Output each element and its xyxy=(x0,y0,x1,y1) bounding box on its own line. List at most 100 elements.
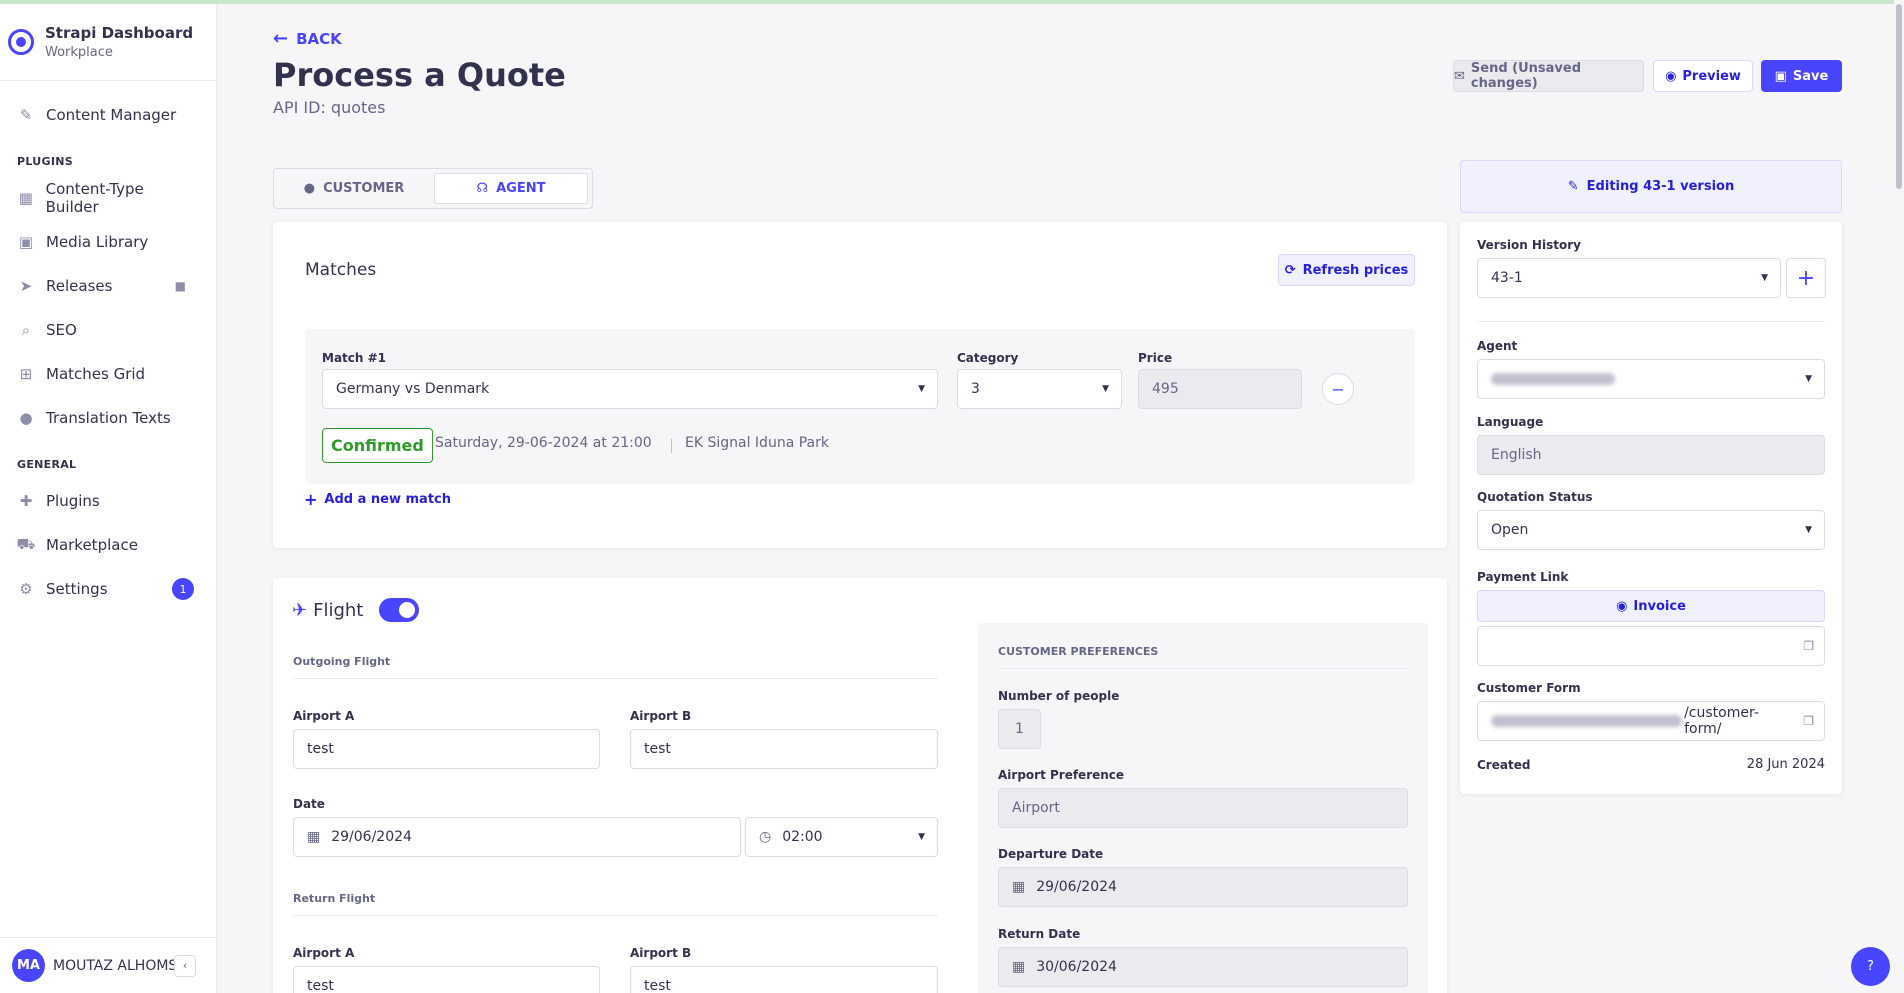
date-value: 29/06/2024 xyxy=(331,829,412,845)
feather-pen-icon: ✎ xyxy=(19,106,33,124)
copy-icon[interactable]: ❐ xyxy=(1803,639,1814,653)
calendar-icon: ▦ xyxy=(307,829,321,845)
brand[interactable]: Strapi Dashboard Workplace xyxy=(0,4,216,81)
customer-form-suffix: /customer-form/ xyxy=(1684,705,1759,737)
send-label: Send (Unsaved changes) xyxy=(1470,61,1582,91)
globe-icon: ● xyxy=(19,409,33,427)
sidebar-item-matches-grid[interactable]: ⊞ Matches Grid xyxy=(0,352,216,396)
agent-select[interactable]: ▼ xyxy=(1477,359,1825,399)
chevron-down-icon: ▼ xyxy=(1102,384,1109,394)
chevron-down-icon: ▼ xyxy=(918,384,925,394)
agent-value-redacted xyxy=(1491,373,1615,385)
preferences-heading: CUSTOMER PREFERENCES xyxy=(998,645,1159,658)
tab-label: CUSTOMER xyxy=(323,181,405,196)
floppy-icon: ▣ xyxy=(1774,68,1787,84)
api-id: API ID: quotes xyxy=(273,98,386,117)
return-airport-b-input[interactable]: test xyxy=(630,966,938,993)
match-select[interactable]: Germany vs Denmark ▼ xyxy=(322,369,938,409)
sidebar-item-releases[interactable]: ➤ Releases ■ xyxy=(0,264,216,308)
clock-icon: ◷ xyxy=(759,829,772,845)
add-match-label: Add a new match xyxy=(324,492,452,507)
customer-preferences: CUSTOMER PREFERENCES Number of people 1 … xyxy=(978,623,1428,993)
sidebar-item-plugins[interactable]: ✚ Plugins xyxy=(0,479,216,523)
return-airport-a-label: Airport A xyxy=(293,946,355,960)
match-item: Match #1 Germany vs Denmark ▼ Category 3… xyxy=(305,329,1415,484)
category-value: 3 xyxy=(971,381,980,397)
flight-card: ✈ Flight Outgoing Flight Airport A test … xyxy=(273,578,1447,993)
puzzle-icon: ✚ xyxy=(19,492,33,510)
invoice-button[interactable]: ◉ Invoice xyxy=(1477,590,1825,622)
eye-icon: ◉ xyxy=(1665,68,1677,84)
sidebar-item-label: Releases xyxy=(46,277,113,295)
brand-title: Strapi Dashboard xyxy=(45,24,194,42)
sidebar-item-label: SEO xyxy=(46,321,77,339)
back-link[interactable]: ← BACK xyxy=(273,28,342,49)
quotation-status-value: Open xyxy=(1491,522,1529,538)
refresh-prices-button[interactable]: ⟳ Refresh prices xyxy=(1278,254,1415,286)
minus-icon: − xyxy=(1331,379,1345,399)
send-button[interactable]: ✉ Send (Unsaved changes) xyxy=(1453,60,1644,92)
status-badge: Confirmed xyxy=(322,428,433,463)
sidebar-item-label: Translation Texts xyxy=(46,409,171,427)
collapse-sidebar-button[interactable]: ‹ xyxy=(174,954,196,977)
sidebar-item-marketplace[interactable]: ⛟ Marketplace xyxy=(0,523,216,567)
save-button[interactable]: ▣ Save xyxy=(1761,60,1842,92)
payment-link-input[interactable]: ❐ xyxy=(1477,626,1825,666)
lock-icon: ■ xyxy=(174,279,186,293)
plus-icon: + xyxy=(304,490,318,509)
sidebar-item-translation-texts[interactable]: ● Translation Texts xyxy=(0,396,216,440)
sidebar-item-media-library[interactable]: ▣ Media Library xyxy=(0,220,216,264)
quotation-status-label: Quotation Status xyxy=(1477,490,1593,504)
return-airport-a-input[interactable]: test xyxy=(293,966,600,993)
airport-b-input[interactable]: test xyxy=(630,729,938,769)
settings-badge: 1 xyxy=(172,578,194,600)
paper-plane-icon: ➤ xyxy=(19,277,33,295)
version-history-label: Version History xyxy=(1477,238,1581,252)
plugins-heading: PLUGINS xyxy=(17,155,73,168)
people-label: Number of people xyxy=(998,689,1120,703)
quotation-status-select[interactable]: Open ▼ xyxy=(1477,510,1825,550)
airport-pref-placeholder: Airport xyxy=(1012,800,1060,816)
customer-form-label: Customer Form xyxy=(1477,681,1581,695)
date-input[interactable]: ▦ 29/06/2024 xyxy=(293,817,741,857)
remove-match-button[interactable]: − xyxy=(1322,373,1354,405)
flight-header: ✈ Flight xyxy=(292,598,420,622)
match-value: Germany vs Denmark xyxy=(336,381,490,397)
version-select[interactable]: 43-1 ▼ xyxy=(1477,258,1781,298)
scroll-thumb[interactable] xyxy=(1896,4,1902,189)
user-profile[interactable]: MA MOUTAZ ALHOMSI ‹ xyxy=(0,937,216,993)
meta-divider xyxy=(671,439,672,453)
page-scrollbar[interactable] xyxy=(1894,0,1904,993)
category-select[interactable]: 3 ▼ xyxy=(957,369,1122,409)
chevron-left-icon: ‹ xyxy=(182,959,188,972)
copy-icon[interactable]: ❐ xyxy=(1803,714,1814,728)
envelope-icon: ✉ xyxy=(1454,68,1465,84)
return-date-value: 30/06/2024 xyxy=(1036,959,1117,975)
tab-customer[interactable]: ● CUSTOMER xyxy=(278,173,430,204)
add-version-button[interactable]: + xyxy=(1786,258,1826,298)
refresh-icon: ⟳ xyxy=(1284,262,1296,278)
sidebar-item-content-manager[interactable]: ✎ Content Manager xyxy=(0,93,216,137)
sidebar-item-label: Content-Type Builder xyxy=(45,180,144,216)
user-name: MOUTAZ ALHOMSI xyxy=(53,957,182,974)
divider xyxy=(1477,321,1825,322)
tab-label: AGENT xyxy=(496,181,546,196)
help-button[interactable]: ? xyxy=(1851,947,1890,986)
airport-a-input[interactable]: test xyxy=(293,729,600,769)
sidebar-item-settings[interactable]: ⚙ Settings 1 xyxy=(0,567,216,611)
image-icon: ▣ xyxy=(18,233,34,251)
strapi-logo-icon xyxy=(8,29,34,55)
preview-button[interactable]: ◉ Preview xyxy=(1653,60,1753,92)
search-icon: ⌕ xyxy=(21,321,31,339)
tab-agent[interactable]: ☊ AGENT xyxy=(434,173,588,204)
add-match-button[interactable]: + Add a new match xyxy=(304,490,451,509)
customer-form-input[interactable]: /customer-form/ ❐ xyxy=(1477,701,1825,741)
departure-label: Departure Date xyxy=(998,847,1104,861)
time-select[interactable]: ◷ 02:00 ▼ xyxy=(745,817,938,857)
side-panel: Version History 43-1 ▼ + Agent ▼ Languag… xyxy=(1460,222,1842,794)
matches-title: Matches xyxy=(305,260,377,280)
flight-toggle[interactable] xyxy=(379,598,420,622)
sidebar-item-seo[interactable]: ⌕ SEO xyxy=(0,308,216,352)
match-label: Match #1 xyxy=(322,351,387,365)
sidebar-item-content-type-builder[interactable]: ▦ Content-Type Builder xyxy=(0,176,216,220)
